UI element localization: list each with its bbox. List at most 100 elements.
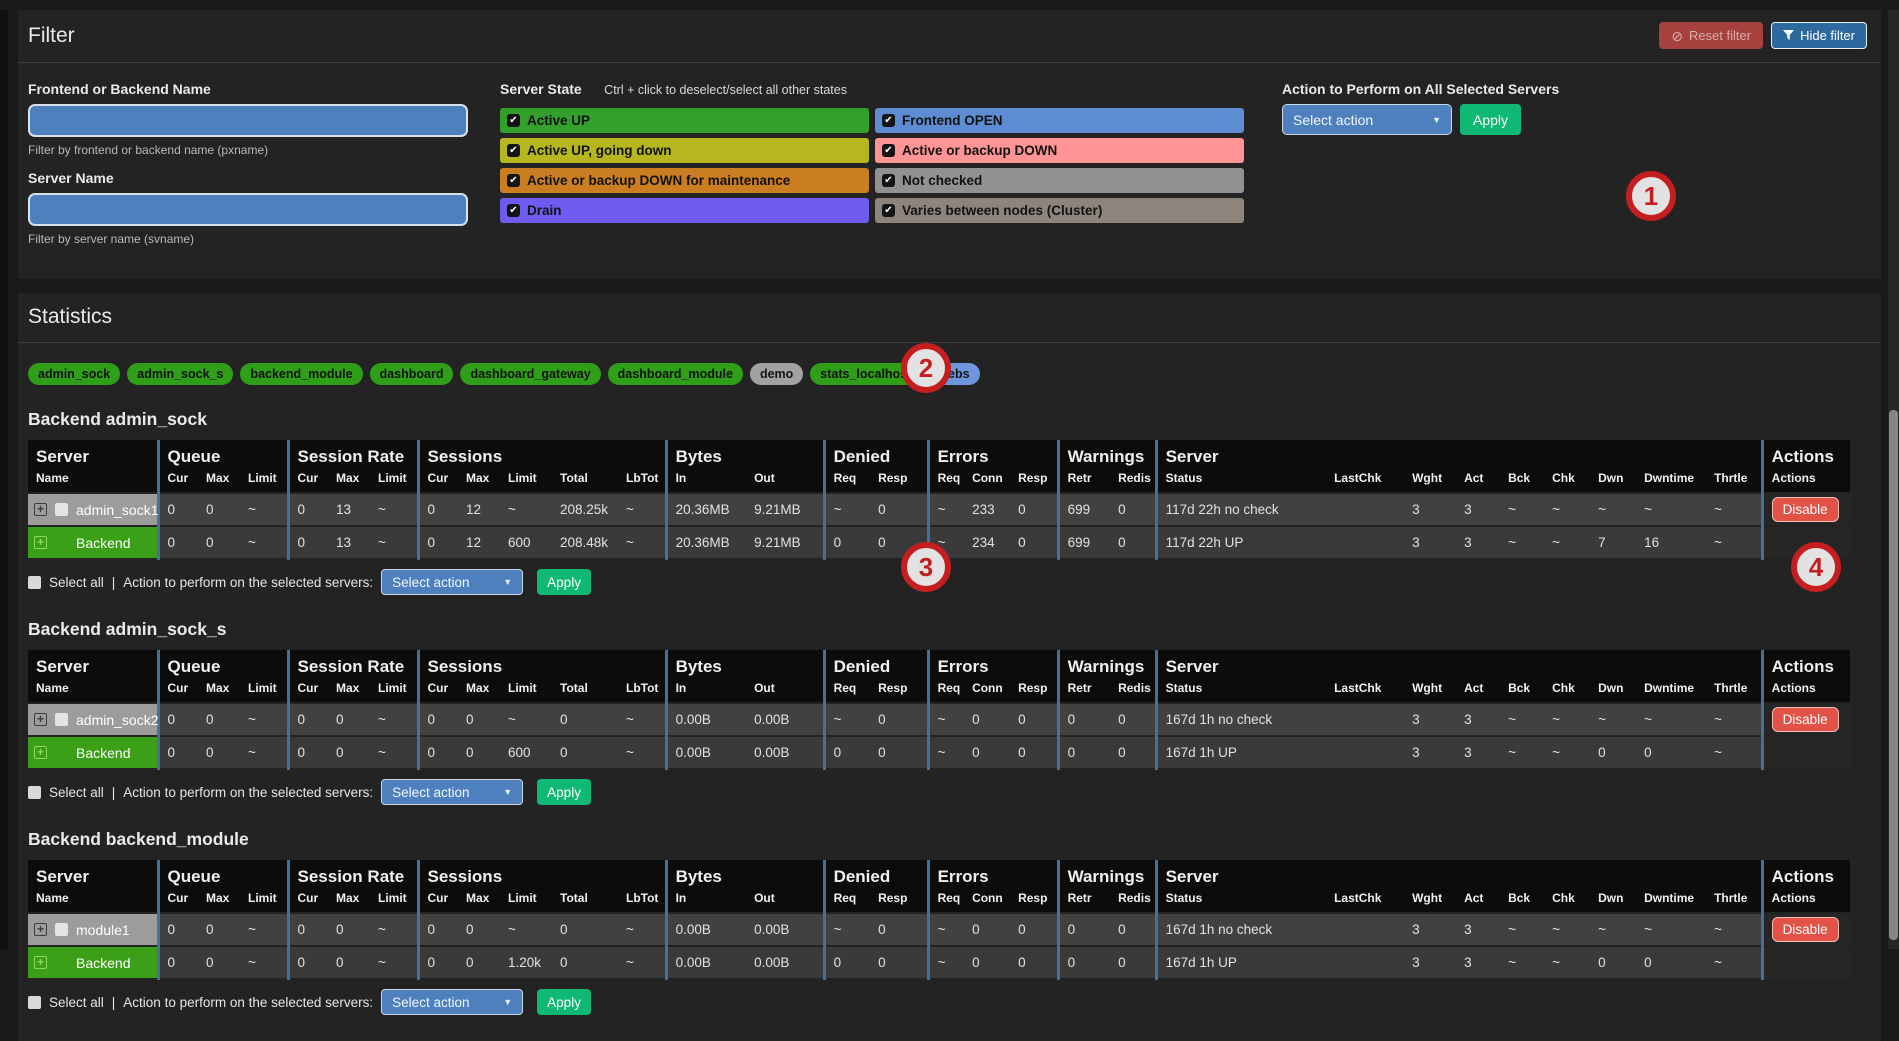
tag-dashboard-module[interactable]: dashboard_module (608, 363, 743, 385)
tag-admin-sock-s[interactable]: admin_sock_s (127, 363, 233, 385)
row-checkbox[interactable] (55, 923, 68, 936)
column-group-header: Session Rate (288, 650, 418, 678)
stat-cell: 0 (1010, 913, 1058, 946)
footer-apply-button[interactable]: Apply (537, 569, 591, 595)
expand-icon[interactable]: + (34, 956, 47, 969)
disable-button[interactable]: Disable (1772, 497, 1839, 522)
hide-filter-button[interactable]: Hide filter (1771, 22, 1867, 49)
state-frontend-open[interactable]: ✔Frontend OPEN (875, 108, 1244, 133)
column-header: LastChk (1326, 678, 1404, 703)
expand-icon[interactable]: + (34, 536, 47, 549)
stat-cell: ~ (1500, 913, 1544, 946)
column-group-header: Server (28, 860, 158, 888)
column-header: Wght (1404, 678, 1456, 703)
column-header: Dwn (1590, 678, 1636, 703)
state-label: Active UP, going down (527, 143, 672, 158)
row-checkbox[interactable] (55, 713, 68, 726)
footer-action-label: Action to perform on the selected server… (123, 785, 373, 800)
stat-cell: 0 (418, 493, 458, 526)
reset-filter-button[interactable]: ⊘ Reset filter (1659, 22, 1763, 49)
column-header: Wght (1404, 468, 1456, 493)
column-header: Cur (158, 468, 198, 493)
stat-cell: 0 (1590, 946, 1636, 979)
column-header: Thrtle (1706, 678, 1762, 703)
backend-tables: Backend admin_sockServerQueueSession Rat… (28, 409, 1871, 1015)
stat-cell: ~ (1706, 526, 1762, 559)
column-header: Max (458, 888, 500, 913)
footer-apply-button[interactable]: Apply (537, 779, 591, 805)
expand-icon[interactable]: + (34, 713, 47, 726)
column-header: Resp (870, 678, 928, 703)
column-header: In (666, 888, 746, 913)
stat-cell: 0 (1636, 946, 1706, 979)
svname-hint: Filter by server name (svname) (28, 232, 468, 246)
stat-cell: ~ (370, 526, 418, 559)
select-all-checkbox[interactable] (28, 576, 41, 589)
footer-apply-button[interactable]: Apply (537, 989, 591, 1015)
tag-dashboard[interactable]: dashboard (370, 363, 454, 385)
footer-select-value: Select action (392, 995, 469, 1010)
state-active-up-going-down[interactable]: ✔ Active UP, going down (500, 138, 869, 163)
tag-webs[interactable]: webs (928, 363, 979, 385)
tag-demo[interactable]: demo (750, 363, 803, 385)
disable-button[interactable]: Disable (1772, 917, 1839, 942)
stat-cell: ~ (240, 946, 288, 979)
column-header: Actions (1762, 468, 1850, 493)
column-header: Req (824, 888, 870, 913)
select-all-checkbox[interactable] (28, 996, 41, 1009)
column-header: Bck (1500, 468, 1544, 493)
stat-cell: 0 (964, 913, 1010, 946)
column-header: Conn (964, 888, 1010, 913)
stats-table-backend-admin-sock-s: ServerQueueSession RateSessionsBytesDeni… (28, 650, 1850, 770)
chevron-down-icon: ▼ (503, 577, 512, 587)
bulk-action-select[interactable]: Select action ▼ (1282, 104, 1452, 135)
state-active-or-backup-down-for-maintenance[interactable]: ✔Active or backup DOWN for maintenance (500, 168, 869, 193)
state-not-checked[interactable]: ✔Not checked (875, 168, 1244, 193)
svname-input[interactable] (28, 193, 468, 226)
stat-cell: 0 (198, 946, 240, 979)
footer-action-select[interactable]: Select action▼ (381, 569, 523, 595)
stat-cell: 9.21MB (746, 493, 824, 526)
footer-action-select[interactable]: Select action▼ (381, 779, 523, 805)
stat-cell: 0 (458, 736, 500, 769)
disable-button[interactable]: Disable (1772, 707, 1839, 732)
pxname-input[interactable] (28, 104, 468, 137)
column-header: Resp (870, 468, 928, 493)
state-varies-between-nodes-cluster[interactable]: ✔Varies between nodes (Cluster) (875, 198, 1244, 223)
stat-cell: 0 (198, 703, 240, 736)
checkbox-checked-icon: ✔ (882, 144, 895, 157)
state-active-up[interactable]: ✔Active UP (500, 108, 869, 133)
actions-cell (1762, 526, 1850, 559)
column-group-header: Warnings (1058, 650, 1156, 678)
column-header: LastChk (1326, 468, 1404, 493)
expand-icon[interactable]: + (34, 923, 47, 936)
stat-cell: ~ (928, 703, 964, 736)
tag-backend-module[interactable]: backend_module (240, 363, 362, 385)
stat-cell: 600 (500, 526, 552, 559)
tag-stats-localhost[interactable]: stats_localhost (810, 363, 921, 385)
expand-icon[interactable]: + (34, 746, 47, 759)
state-drain[interactable]: ✔Drain (500, 198, 869, 223)
row-checkbox[interactable] (55, 503, 68, 516)
footer-action-select[interactable]: Select action▼ (381, 989, 523, 1015)
scrollbar-thumb[interactable] (1889, 410, 1898, 940)
name-cell: +admin_sock2 (28, 703, 158, 736)
stat-cell: 0 (1010, 493, 1058, 526)
tag-dashboard-gateway[interactable]: dashboard_gateway (460, 363, 600, 385)
stat-cell: 0.00B (666, 703, 746, 736)
expand-icon[interactable]: + (34, 503, 47, 516)
tag-admin-sock[interactable]: admin_sock (28, 363, 120, 385)
scrollbar[interactable] (1888, 10, 1899, 949)
state-active-or-backup-down[interactable]: ✔Active or backup DOWN (875, 138, 1244, 163)
stat-cell: 0 (288, 526, 328, 559)
backend-row-backend: +Backend00~00~001.20k0~0.00B0.00B00~0000… (28, 946, 1850, 979)
column-header: Req (824, 468, 870, 493)
stat-cell: 0 (870, 526, 928, 559)
select-all-checkbox[interactable] (28, 786, 41, 799)
checkbox-checked-icon: ✔ (507, 144, 520, 157)
stat-cell: 0 (158, 946, 198, 979)
column-header: Cur (288, 678, 328, 703)
bulk-apply-button[interactable]: Apply (1460, 104, 1521, 135)
actions-cell: Disable (1762, 493, 1850, 526)
stat-cell: 3 (1456, 493, 1500, 526)
